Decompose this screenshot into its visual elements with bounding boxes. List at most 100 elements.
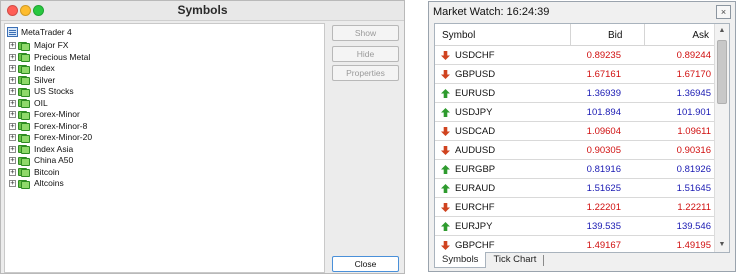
tree-item[interactable]: + Bitcoin [9, 167, 60, 178]
folder-icon [18, 52, 31, 62]
column-divider[interactable] [644, 24, 645, 46]
hide-button[interactable]: Hide [332, 46, 399, 62]
ask-price: 1.09611 [677, 126, 711, 137]
scroll-down-icon[interactable]: ▼ [715, 238, 729, 252]
expand-icon[interactable]: + [9, 111, 16, 118]
properties-button[interactable]: Properties [332, 65, 399, 81]
table-row[interactable]: EURUSD 1.36939 1.36945 [435, 85, 715, 103]
column-divider[interactable] [570, 24, 571, 46]
market-watch-table: Symbol Bid Ask USDCHF 0.89235 0.89244 GBPUS… [434, 23, 730, 253]
folder-icon [18, 64, 31, 74]
tree-root-label: MetaTrader 4 [21, 26, 72, 37]
symbol-name: USDJPY [455, 107, 493, 118]
arrow-down-icon [441, 203, 450, 212]
expand-icon[interactable]: + [9, 180, 16, 187]
tree-item-label: Bitcoin [34, 166, 60, 177]
expand-icon[interactable]: + [9, 76, 16, 84]
tab-symbols[interactable]: Symbols [434, 252, 487, 268]
column-ask[interactable]: Ask [692, 30, 709, 41]
table-row[interactable]: USDJPY 101.894 101.901 [435, 104, 715, 122]
tree-item-label: OIL [34, 97, 48, 108]
tree-item-label: China A50 [34, 155, 74, 165]
table-row[interactable]: USDCAD 1.09604 1.09611 [435, 123, 715, 141]
folder-icon [18, 75, 31, 85]
tree-item[interactable]: + Forex-Minor-8 [9, 121, 87, 132]
column-symbol[interactable]: Symbol [442, 30, 475, 41]
table-row[interactable]: EURCHF 1.22201 1.22211 [435, 199, 715, 217]
table-row[interactable]: EURAUD 1.51625 1.51645 [435, 180, 715, 198]
bid-price: 139.535 [586, 221, 621, 232]
expand-icon[interactable]: + [9, 134, 16, 141]
table-row[interactable]: EURJPY 139.535 139.546 [435, 218, 715, 236]
symbol-name: USDCHF [455, 50, 495, 61]
tree-item[interactable]: + Index [9, 63, 55, 74]
ask-price: 1.67170 [676, 69, 711, 80]
expand-icon[interactable]: + [9, 145, 16, 153]
scroll-up-icon[interactable]: ▲ [715, 24, 729, 38]
ask-price: 0.90316 [676, 145, 711, 156]
symbol-name: EURGBP [455, 164, 496, 175]
arrow-down-icon [441, 146, 450, 155]
symbol-name: EURUSD [455, 88, 496, 99]
arrow-up-icon [441, 184, 450, 193]
table-row[interactable]: USDCHF 0.89235 0.89244 [435, 47, 715, 65]
tree-item-label: Altcoins [34, 178, 64, 188]
folder-icon [18, 87, 31, 97]
tab-tick-chart[interactable]: Tick Chart [486, 252, 543, 268]
tree-item[interactable]: + China A50 [9, 155, 73, 166]
tree-item[interactable]: + Silver [9, 75, 55, 86]
symbol-name: EURCHF [455, 202, 495, 213]
expand-icon[interactable]: + [9, 122, 16, 130]
dialog-titlebar[interactable]: Symbols [1, 1, 404, 21]
expand-icon[interactable]: + [9, 99, 16, 107]
expand-icon[interactable]: + [9, 53, 16, 61]
symbol-name: EURAUD [455, 183, 496, 194]
bid-price: 1.22201 [586, 202, 621, 213]
show-button[interactable]: Show [332, 25, 399, 41]
vertical-scrollbar[interactable]: ▲ ▼ [714, 24, 729, 252]
expand-icon[interactable]: + [9, 88, 16, 95]
table-row[interactable]: GBPUSD 1.67161 1.67170 [435, 66, 715, 84]
bid-price: 1.49167 [586, 240, 621, 251]
arrow-down-icon [441, 241, 450, 250]
symbols-tree[interactable]: MetaTrader 4 + Major FX + Precious Metal + In… [4, 23, 325, 273]
table-row[interactable]: AUDUSD 0.90305 0.90316 [435, 142, 715, 160]
tree-item[interactable]: + Forex-Minor-20 [9, 132, 92, 143]
expand-icon[interactable]: + [9, 168, 16, 176]
expand-icon[interactable]: + [9, 65, 16, 72]
tree-item[interactable]: + Altcoins [9, 178, 64, 189]
folder-icon [18, 167, 31, 177]
scroll-thumb[interactable] [717, 40, 727, 104]
column-bid[interactable]: Bid [608, 30, 622, 41]
table-header: Symbol Bid Ask [435, 24, 715, 46]
arrow-up-icon [441, 222, 450, 231]
table-row[interactable]: EURGBP 0.81916 0.81926 [435, 161, 715, 179]
tree-item[interactable]: + Precious Metal [9, 52, 90, 63]
tree-item-label: Forex-Minor [34, 109, 80, 119]
ask-price: 101.901 [676, 107, 711, 118]
folder-icon [18, 110, 31, 120]
tree-item[interactable]: + Forex-Minor [9, 109, 80, 120]
tree-item[interactable]: + Major FX [9, 40, 68, 51]
expand-icon[interactable]: + [9, 42, 16, 49]
close-button[interactable]: Close [332, 256, 399, 272]
table-row[interactable]: GBPCHF 1.49167 1.49195 [435, 237, 715, 252]
tree-item[interactable]: + Index Asia [9, 144, 73, 155]
bid-price: 1.51625 [586, 183, 621, 194]
tree-item-label: Major FX [34, 40, 69, 50]
expand-icon[interactable]: + [9, 157, 16, 164]
arrow-down-icon [441, 51, 450, 60]
symbol-name: AUDUSD [455, 145, 496, 156]
tree-item[interactable]: + OIL [9, 98, 48, 109]
market-watch-title: Market Watch: 16:24:39 [433, 6, 550, 18]
tree-root[interactable]: MetaTrader 4 [7, 26, 72, 38]
folder-icon [18, 121, 31, 131]
terminal-icon [7, 27, 18, 37]
ask-price: 0.89244 [676, 50, 711, 61]
close-icon[interactable]: × [716, 5, 731, 19]
symbol-name: GBPCHF [455, 240, 495, 251]
folder-icon [18, 156, 31, 166]
ask-price: 1.36945 [676, 88, 711, 99]
tree-item-label: Forex-Minor-8 [34, 120, 88, 131]
tree-item[interactable]: + US Stocks [9, 86, 74, 97]
